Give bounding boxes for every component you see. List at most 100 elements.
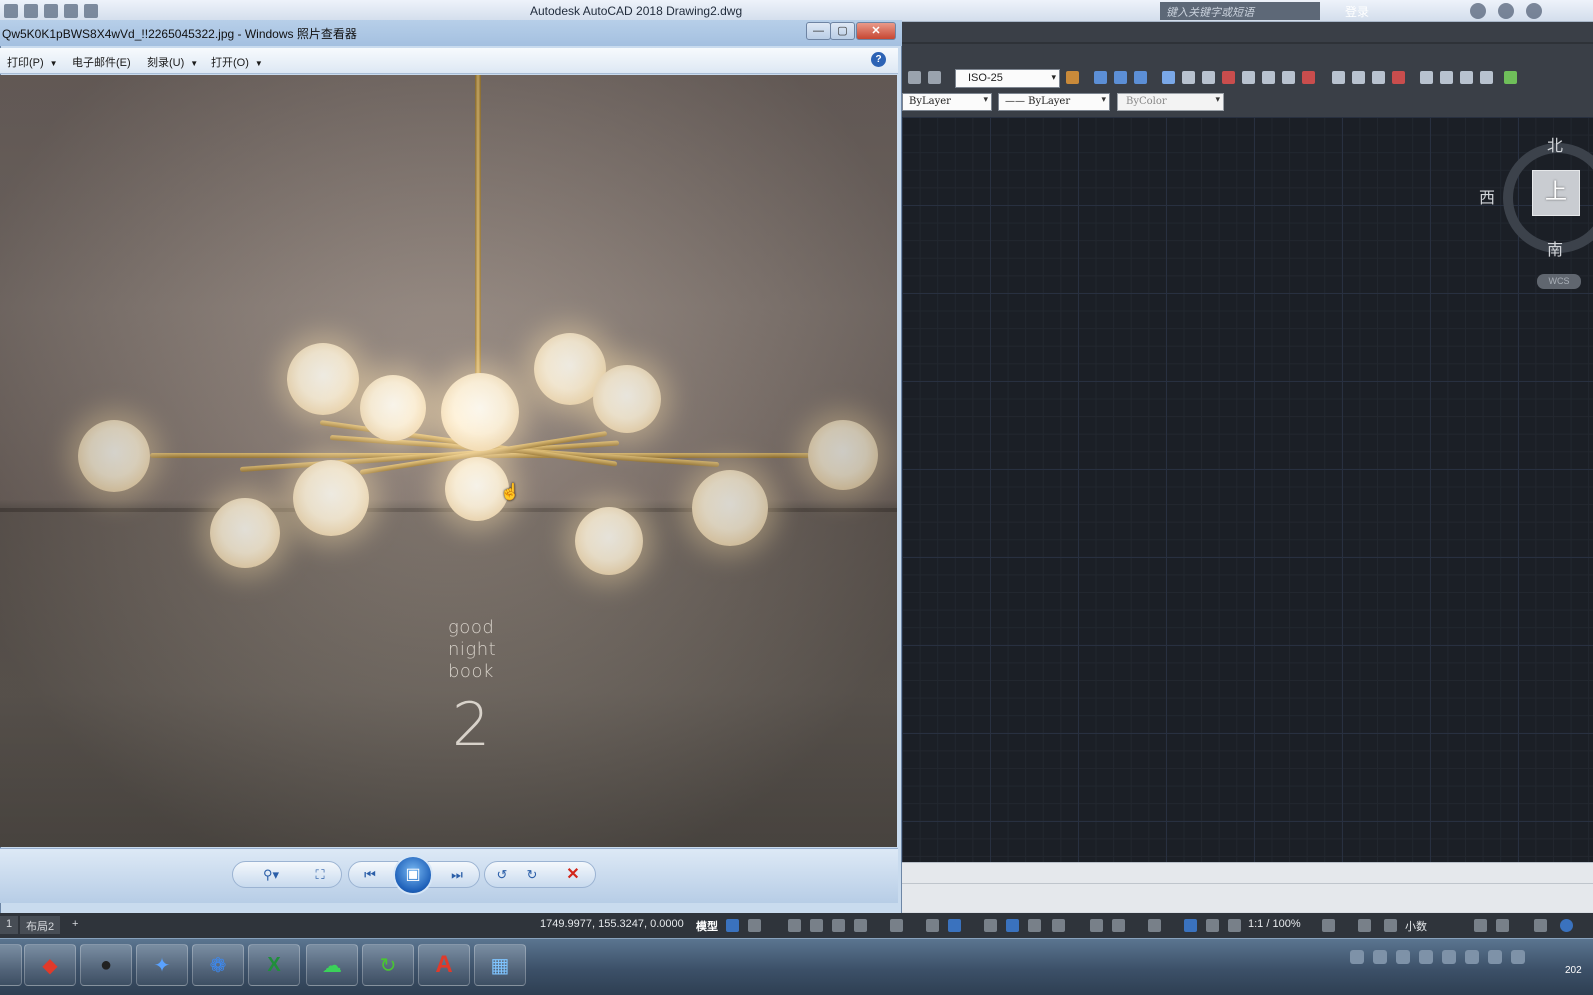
tab-layout2[interactable]: 布局2 bbox=[20, 916, 61, 934]
previous-icon[interactable]: ⏮ bbox=[360, 865, 380, 885]
actual-size-icon[interactable]: ⛶ bbox=[310, 865, 330, 885]
3d-osnap-icon[interactable] bbox=[1052, 919, 1065, 932]
layer-color-dropdown[interactable]: ByLayer bbox=[902, 93, 992, 111]
tray-wechat-icon[interactable] bbox=[1442, 950, 1456, 964]
rotate-icon[interactable] bbox=[1202, 71, 1215, 84]
infer-icon[interactable] bbox=[788, 919, 801, 932]
quick-properties-icon[interactable] bbox=[1474, 919, 1487, 932]
transparency-icon[interactable] bbox=[1006, 919, 1019, 932]
slideshow-button[interactable]: ▣ bbox=[393, 855, 433, 895]
lock-ui-icon[interactable] bbox=[1496, 919, 1509, 932]
dynamic-input-icon[interactable] bbox=[810, 919, 823, 932]
taskbar-autocad-app[interactable]: A bbox=[418, 944, 470, 986]
ortho-icon[interactable] bbox=[832, 919, 845, 932]
viewcube-west[interactable]: 西 bbox=[1479, 184, 1495, 208]
osnap-icon[interactable] bbox=[948, 919, 961, 932]
lineweight-icon[interactable] bbox=[984, 919, 997, 932]
layer-freeze-icon[interactable] bbox=[1114, 71, 1127, 84]
snap-icon[interactable] bbox=[748, 919, 761, 932]
move-icon[interactable] bbox=[1162, 71, 1175, 84]
leader-icon[interactable] bbox=[1066, 71, 1079, 84]
hardware-acceleration-icon[interactable] bbox=[1560, 919, 1573, 932]
tray-security-icon[interactable] bbox=[1373, 950, 1387, 964]
explode-icon[interactable] bbox=[1302, 71, 1315, 84]
annotation-monitor-icon[interactable] bbox=[1358, 919, 1371, 932]
cart-icon[interactable] bbox=[1470, 3, 1486, 19]
viewcube-face[interactable]: 上 bbox=[1532, 170, 1580, 216]
text-style-icon[interactable] bbox=[908, 71, 921, 84]
isodraft-icon[interactable] bbox=[890, 919, 903, 932]
search-input[interactable]: 键入关键字或短语 bbox=[1160, 2, 1320, 20]
undo-icon[interactable] bbox=[64, 4, 78, 18]
dim-icon[interactable] bbox=[928, 71, 941, 84]
new-icon[interactable] bbox=[4, 4, 18, 18]
mirror-icon[interactable] bbox=[1262, 71, 1275, 84]
tray-chat-icon[interactable] bbox=[1419, 950, 1433, 964]
tray-keyboard-icon[interactable] bbox=[1350, 950, 1364, 964]
tray-network-icon[interactable] bbox=[1488, 950, 1502, 964]
taskbar-cloud-app[interactable]: ❁ bbox=[192, 944, 244, 986]
workspace-gear-icon[interactable] bbox=[1322, 919, 1335, 932]
annotation-scale-icon[interactable] bbox=[1228, 919, 1241, 932]
trim-icon[interactable] bbox=[1222, 71, 1235, 84]
help-circle-icon[interactable] bbox=[1526, 3, 1542, 19]
taskbar-clock[interactable]: 202 bbox=[1565, 965, 1582, 976]
plot-style-dropdown[interactable]: ByColor bbox=[1117, 93, 1224, 111]
units-icon[interactable] bbox=[1384, 919, 1397, 932]
layer-lock-icon[interactable] bbox=[1134, 71, 1147, 84]
stretch-icon[interactable] bbox=[1332, 71, 1345, 84]
exchange-icon[interactable] bbox=[1498, 3, 1514, 19]
wcs-menu[interactable]: WCS bbox=[1537, 274, 1581, 289]
array-icon[interactable] bbox=[1372, 71, 1385, 84]
coordinate-readout[interactable]: 1749.9977, 155.3247, 0.0000 bbox=[540, 918, 684, 930]
taskbar-feather-app[interactable]: ✦ bbox=[136, 944, 188, 986]
units-dropdown[interactable]: 小数 bbox=[1405, 918, 1427, 934]
polar-icon[interactable] bbox=[854, 919, 867, 932]
properties-icon[interactable] bbox=[1480, 71, 1493, 84]
model-space-button[interactable]: 模型 bbox=[696, 918, 718, 934]
tray-update-icon[interactable] bbox=[1465, 950, 1479, 964]
taskbar-autocad-red-app[interactable]: ◆ bbox=[24, 944, 76, 986]
isolate-objects-icon[interactable] bbox=[1534, 919, 1547, 932]
taskbar-folder-app[interactable]: ▮ bbox=[0, 944, 22, 986]
command-line-area[interactable] bbox=[902, 862, 1593, 912]
extend-icon[interactable] bbox=[1242, 71, 1255, 84]
maximize-button[interactable]: ▢ bbox=[830, 22, 855, 40]
block-icon[interactable] bbox=[1420, 71, 1433, 84]
drawing-canvas[interactable] bbox=[902, 117, 1593, 862]
delete-icon[interactable]: ✕ bbox=[563, 865, 583, 885]
menu-open[interactable]: 打开(O) ▼ bbox=[211, 54, 263, 70]
erase-icon[interactable] bbox=[1392, 71, 1405, 84]
scale-icon[interactable] bbox=[1352, 71, 1365, 84]
zoom-icon[interactable]: ⚲▾ bbox=[256, 865, 286, 885]
fillet-icon[interactable] bbox=[1282, 71, 1295, 84]
match-properties-icon[interactable] bbox=[1504, 71, 1517, 84]
taskbar-wechat-app[interactable]: ☁ bbox=[306, 944, 358, 986]
auto-scale-icon[interactable] bbox=[1206, 919, 1219, 932]
copy-icon[interactable] bbox=[1182, 71, 1195, 84]
group-icon[interactable] bbox=[1460, 71, 1473, 84]
help-icon[interactable]: ? bbox=[871, 52, 886, 67]
add-layout-button[interactable]: + bbox=[66, 916, 84, 934]
print-icon[interactable] bbox=[44, 4, 58, 18]
selection-cycling-icon[interactable] bbox=[1028, 919, 1041, 932]
viewcube-south[interactable]: 南 bbox=[1547, 236, 1563, 260]
minimize-button[interactable]: — bbox=[806, 22, 831, 40]
osnap-track-icon[interactable] bbox=[926, 919, 939, 932]
taskbar-excel-app[interactable]: X bbox=[248, 944, 300, 986]
next-icon[interactable]: ⏭ bbox=[447, 865, 467, 885]
taskbar-qq-app[interactable]: ● bbox=[80, 944, 132, 986]
selection-filter-icon[interactable] bbox=[1112, 919, 1125, 932]
insert-icon[interactable] bbox=[1440, 71, 1453, 84]
menu-burn[interactable]: 刻录(U) ▼ bbox=[147, 54, 198, 70]
dim-style-dropdown[interactable]: ISO-25 bbox=[955, 69, 1060, 88]
close-button[interactable]: ✕ bbox=[856, 22, 896, 40]
linetype-dropdown[interactable]: —— ByLayer bbox=[998, 93, 1110, 111]
annotation-visibility-icon[interactable] bbox=[1184, 919, 1197, 932]
taskbar-photo-viewer-app[interactable]: ▦ bbox=[474, 944, 526, 986]
save-icon[interactable] bbox=[24, 4, 38, 18]
layer-icon[interactable] bbox=[1094, 71, 1107, 84]
menu-print[interactable]: 打印(P) ▼ bbox=[7, 54, 58, 70]
tab-layout1[interactable]: 1 bbox=[0, 916, 19, 934]
taskbar-green-refresh-app[interactable]: ↻ bbox=[362, 944, 414, 986]
